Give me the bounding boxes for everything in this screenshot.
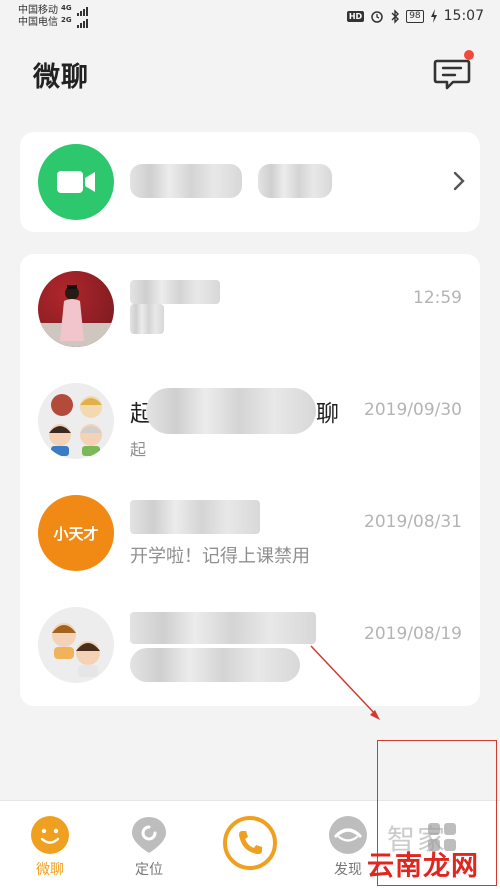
hd-badge: HD bbox=[346, 10, 365, 22]
tab-location-label: 定位 bbox=[135, 862, 163, 878]
chat-item[interactable]: 起 聊 起 2019/09/30 bbox=[20, 366, 480, 478]
chat-name-end: 聊 bbox=[316, 401, 339, 427]
chat-item[interactable]: 小天才 开学啦！记得上课禁用 2019/08/31 bbox=[20, 478, 480, 590]
redacted-title bbox=[130, 164, 242, 198]
chevron-right-icon bbox=[453, 171, 465, 191]
video-camera-icon bbox=[38, 144, 114, 220]
avatar bbox=[38, 383, 114, 459]
charging-icon bbox=[430, 9, 437, 23]
avatar bbox=[38, 271, 114, 347]
tab-chat-label: 微聊 bbox=[36, 862, 64, 878]
tab-discover-label: 发现 bbox=[334, 862, 362, 878]
watermark-site-text: 云南龙网 bbox=[367, 851, 479, 882]
video-call-card[interactable] bbox=[20, 132, 480, 232]
discover-icon bbox=[329, 816, 367, 854]
redacted-preview bbox=[130, 304, 164, 334]
carrier-info: 中国移动 4G 中国电信 2G bbox=[18, 4, 88, 29]
chat-preview-start: 起 bbox=[130, 440, 147, 459]
chat-preview: 开学啦！记得上课禁用 bbox=[130, 546, 310, 567]
phone-icon bbox=[223, 816, 277, 870]
smiley-icon bbox=[31, 816, 69, 854]
avatar bbox=[38, 607, 114, 683]
avatar: 小天才 bbox=[38, 495, 114, 571]
notification-dot bbox=[464, 50, 474, 60]
status-bar: 中国移动 4G 中国电信 2G HD 98 15:07 bbox=[0, 0, 500, 34]
carrier-2-network: 2G bbox=[61, 16, 72, 24]
carrier-1-network: 4G bbox=[61, 4, 72, 12]
redacted-name bbox=[130, 612, 316, 644]
redacted-name bbox=[130, 280, 220, 304]
avatar-brand-text: 小天才 bbox=[53, 524, 99, 543]
chat-time: 2019/08/31 bbox=[364, 512, 462, 532]
alarm-icon bbox=[371, 11, 383, 23]
redacted-name bbox=[146, 388, 316, 434]
tab-call[interactable] bbox=[205, 801, 295, 889]
tab-location[interactable]: 定位 bbox=[104, 801, 194, 889]
chat-item[interactable]: 12:59 bbox=[20, 254, 480, 366]
redacted-name bbox=[130, 500, 260, 534]
carrier-2-name: 中国电信 bbox=[18, 17, 58, 28]
clock-time: 15:07 bbox=[443, 8, 484, 24]
chat-time: 12:59 bbox=[413, 288, 462, 308]
redacted-preview bbox=[130, 648, 300, 682]
status-indicators: HD 98 15:07 bbox=[346, 8, 484, 24]
page-title: 微聊 bbox=[33, 62, 89, 93]
message-button[interactable] bbox=[432, 56, 472, 92]
tab-chat[interactable]: 微聊 bbox=[5, 801, 95, 889]
location-icon bbox=[132, 817, 166, 853]
signal-icon bbox=[76, 6, 88, 16]
battery-level: 98 bbox=[406, 9, 424, 23]
chat-bubble-icon bbox=[433, 59, 471, 90]
chat-time: 2019/09/30 bbox=[364, 400, 462, 420]
bluetooth-icon bbox=[391, 8, 400, 24]
redacted-title bbox=[258, 164, 332, 198]
chat-item[interactable]: 2019/08/19 bbox=[20, 590, 480, 702]
carrier-1-name: 中国移动 bbox=[18, 5, 58, 16]
chat-time: 2019/08/19 bbox=[364, 624, 462, 644]
signal-icon bbox=[76, 18, 88, 28]
chat-list: 12:59 起 聊 起 2019/09/30 小天才 开学啦！记得上课禁用 20… bbox=[20, 254, 480, 706]
